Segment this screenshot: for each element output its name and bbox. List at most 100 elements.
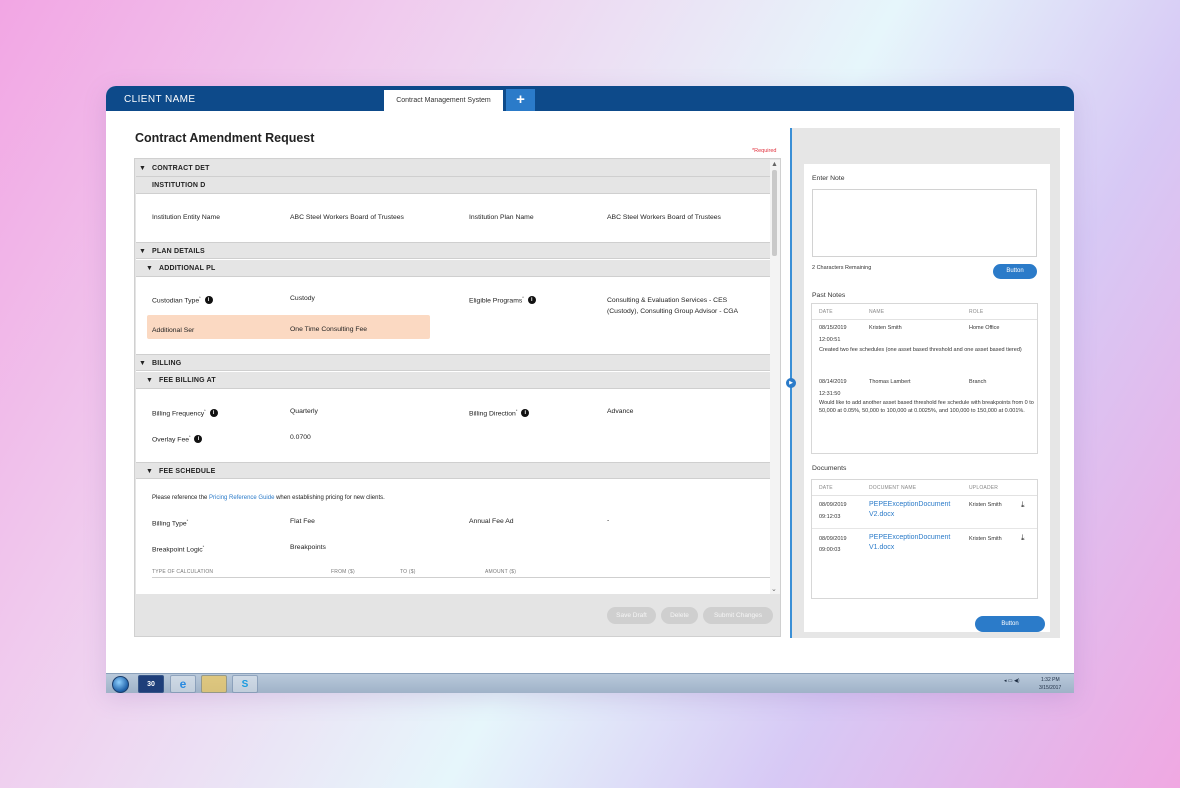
required-mark: * bbox=[204, 408, 206, 413]
required-mark: * bbox=[189, 434, 191, 439]
required-mark: * bbox=[515, 408, 518, 413]
download-icon[interactable]: ⤓ bbox=[1021, 500, 1025, 510]
institution-entity-label: Institution Entity Name bbox=[152, 214, 220, 221]
add-note-button[interactable]: Button bbox=[993, 264, 1037, 279]
caret-down-icon[interactable]: ▼ bbox=[146, 468, 153, 475]
col-date: DATE bbox=[819, 309, 833, 315]
info-icon[interactable]: i bbox=[209, 409, 218, 418]
annual-fee-label: Annual Fee Ad bbox=[469, 518, 514, 525]
overlay-fee-text: Overlay Fee bbox=[152, 436, 190, 444]
documents-button[interactable]: Button bbox=[975, 616, 1045, 632]
additional-service-value: One Time Consulting Fee bbox=[290, 326, 368, 333]
eligible-programs-value: Consulting & Evaluation Services - CES (… bbox=[607, 295, 738, 317]
overlay-fee-value: 0.0700 bbox=[290, 434, 311, 441]
doc-uploader: Kristen Smith bbox=[969, 536, 1002, 542]
scroll-down-icon[interactable]: ⌄ bbox=[771, 585, 777, 593]
tray-icons[interactable]: ◂ ▭ ◀) bbox=[1004, 678, 1020, 684]
doc-name-line[interactable]: PEPEExceptionDocument bbox=[869, 533, 950, 543]
billing-frequency-value: Quarterly bbox=[290, 408, 318, 415]
section-institution-details[interactable]: INSTITUTION D bbox=[136, 177, 770, 194]
documents-table: DATE DOCUMENT NAME UPLOADER 08/09/2019 0… bbox=[811, 479, 1038, 599]
note-text: Created two fee schedules (one asset bas… bbox=[819, 347, 1022, 353]
doc-time: 09:00:03 bbox=[819, 547, 841, 553]
col-date: DATE bbox=[819, 485, 833, 491]
institution-plan-value: ABC Steel Workers Board of Trustees bbox=[607, 214, 721, 221]
info-icon[interactable]: i bbox=[527, 296, 536, 305]
submit-changes-button[interactable]: Submit Changes bbox=[703, 607, 773, 624]
billing-direction-text: Billing Direction bbox=[469, 410, 516, 418]
billing-type-value: Flat Fee bbox=[290, 518, 315, 525]
caret-down-icon[interactable]: ▼ bbox=[139, 360, 146, 367]
scroll-thumb[interactable] bbox=[772, 170, 777, 256]
info-icon[interactable]: i bbox=[204, 296, 213, 305]
section-label: INSTITUTION D bbox=[152, 182, 206, 189]
calendar-app-icon[interactable]: 30 bbox=[138, 675, 164, 693]
past-notes-label: Past Notes bbox=[812, 292, 846, 299]
custodian-type-label: Custodian Type* i bbox=[152, 295, 213, 305]
past-notes-table: DATE NAME ROLE 08/15/2019 Kristen Smith … bbox=[811, 303, 1038, 454]
clock-date[interactable]: 3/15/2017 bbox=[1039, 685, 1061, 691]
note-time: 12:31:50 bbox=[819, 391, 841, 397]
delete-button[interactable]: Delete bbox=[661, 607, 698, 624]
caret-down-icon[interactable]: ▼ bbox=[146, 377, 153, 384]
characters-remaining: 2 Characters Remaining bbox=[812, 265, 872, 271]
skype-icon[interactable]: S bbox=[232, 675, 258, 693]
save-draft-button[interactable]: Save Draft bbox=[607, 607, 656, 624]
required-note: *Required bbox=[752, 148, 777, 154]
section-billing[interactable]: ▼ BILLING bbox=[136, 354, 770, 371]
required-mark: * bbox=[522, 295, 524, 300]
pricing-reference-link[interactable]: Pricing Reference Guide bbox=[209, 495, 274, 501]
doc-name-line[interactable]: V1.docx bbox=[869, 543, 950, 553]
info-icon[interactable]: i bbox=[521, 409, 530, 418]
collapse-panel-icon[interactable]: ▶ bbox=[786, 378, 796, 388]
tab-contract-management[interactable]: Contract Management System bbox=[384, 90, 503, 111]
caret-down-icon[interactable]: ▼ bbox=[139, 165, 146, 172]
add-tab-button[interactable]: + bbox=[506, 89, 535, 111]
doc-name-line[interactable]: PEPEExceptionDocument bbox=[869, 500, 950, 510]
additional-service-label: Additional Ser bbox=[152, 327, 195, 334]
annual-fee-value: - bbox=[607, 517, 610, 524]
info-icon[interactable]: i bbox=[194, 435, 203, 444]
doc-link[interactable]: PEPEExceptionDocument V1.docx bbox=[869, 533, 950, 553]
eligible-programs-text: Eligible Programs bbox=[469, 297, 523, 305]
section-additional-plan[interactable]: ▼ ADDITIONAL PL bbox=[136, 260, 770, 277]
note-role: Branch bbox=[969, 379, 987, 385]
col-role: ROLE bbox=[969, 309, 984, 315]
enter-note-label: Enter Note bbox=[812, 175, 845, 182]
table-header-divider bbox=[812, 319, 1037, 320]
section-label: FEE BILLING AT bbox=[159, 377, 216, 384]
section-label: PLAN DETAILS bbox=[152, 248, 205, 255]
client-name: CLIENT NAME bbox=[124, 94, 196, 105]
section-fee-schedule[interactable]: ▼ FEE SCHEDULE bbox=[136, 462, 770, 479]
note-textarea[interactable] bbox=[812, 189, 1037, 257]
section-fee-billing[interactable]: ▼ FEE BILLING AT bbox=[136, 372, 770, 389]
doc-uploader: Kristen Smith bbox=[969, 502, 1002, 508]
caret-down-icon[interactable]: ▼ bbox=[146, 265, 153, 272]
institution-entity-value: ABC Steel Workers Board of Trustees bbox=[290, 214, 404, 221]
billing-frequency-label: Billing Frequency* i bbox=[152, 408, 218, 418]
billing-type-text: Billing Type bbox=[152, 520, 187, 528]
clock-time[interactable]: 1:32 PM bbox=[1041, 677, 1060, 683]
doc-name-line[interactable]: V2.docx bbox=[869, 510, 950, 520]
fee-table-divider bbox=[152, 577, 770, 578]
section-label: BILLING bbox=[152, 360, 182, 367]
form-scrollbar[interactable]: ▲ ⌄ bbox=[770, 160, 780, 594]
doc-link[interactable]: PEPEExceptionDocument V2.docx bbox=[869, 500, 950, 520]
caret-down-icon[interactable]: ▼ bbox=[139, 248, 146, 255]
custodian-type-value: Custody bbox=[290, 295, 315, 302]
section-plan-details[interactable]: ▼ PLAN DETAILS bbox=[136, 242, 770, 259]
row-divider bbox=[812, 528, 1037, 529]
section-contract-details[interactable]: ▼ CONTRACT DET bbox=[136, 160, 770, 177]
app-window: CLIENT NAME Contract Management System +… bbox=[106, 86, 1074, 692]
required-mark: * bbox=[199, 295, 201, 300]
eligible-programs-line: Consulting & Evaluation Services - CES bbox=[607, 297, 728, 304]
scroll-up-icon[interactable]: ▲ bbox=[771, 161, 778, 168]
breakpoint-logic-value: Breakpoints bbox=[290, 544, 326, 551]
start-orb-icon[interactable] bbox=[112, 676, 129, 693]
form-scroll-area[interactable]: ▼ CONTRACT DET INSTITUTION D Institution… bbox=[136, 160, 770, 594]
internet-explorer-icon[interactable]: e bbox=[170, 675, 196, 693]
col-type-of-calculation: TYPE OF CALCULATION bbox=[152, 569, 214, 575]
required-mark: * bbox=[202, 544, 205, 549]
download-icon[interactable]: ⤓ bbox=[1021, 533, 1025, 543]
outlook-icon[interactable] bbox=[201, 675, 227, 693]
